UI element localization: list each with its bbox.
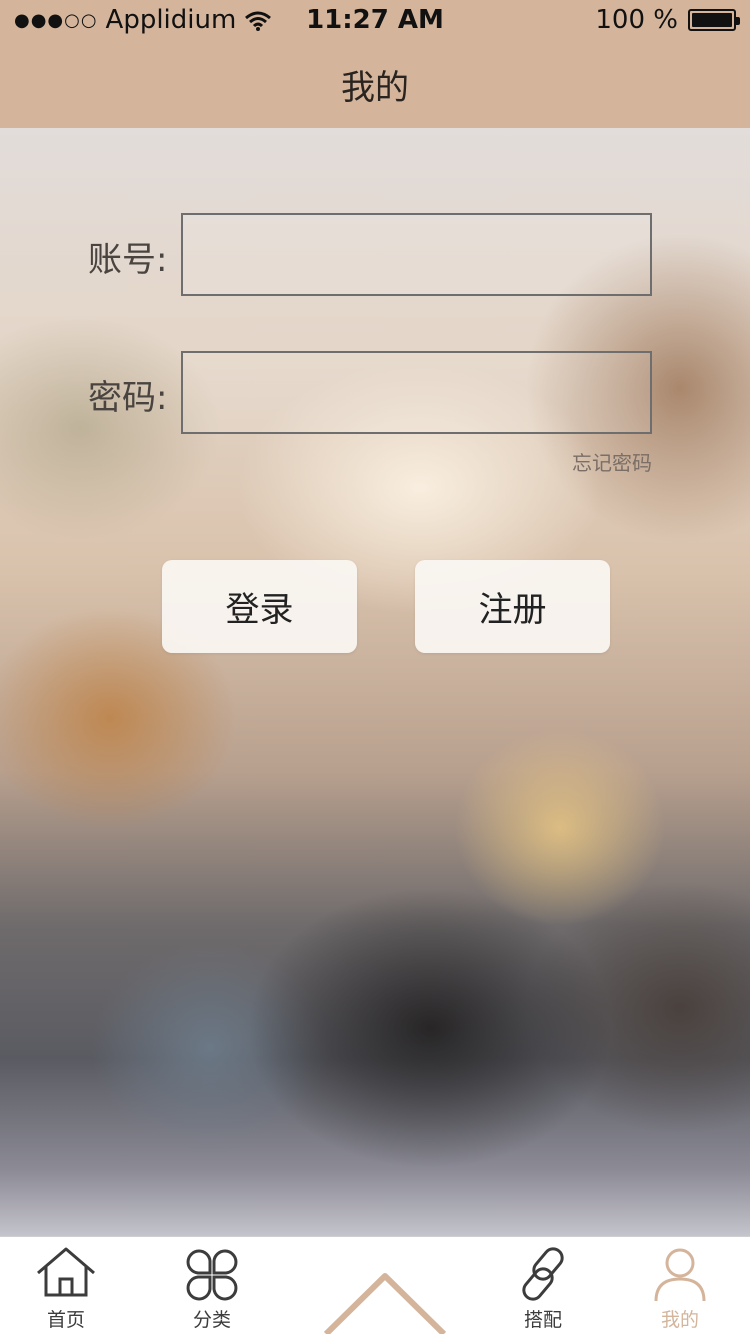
- account-input[interactable]: [181, 213, 652, 296]
- carrier-name: Applidium: [105, 5, 237, 35]
- account-label: 账号:: [88, 240, 168, 280]
- tab-match-label: 搭配: [523, 1309, 562, 1331]
- tab-category[interactable]: 分类: [157, 1245, 267, 1334]
- category-icon: [186, 1249, 238, 1301]
- tab-home[interactable]: 首页: [11, 1245, 121, 1334]
- battery-icon: [688, 9, 740, 31]
- status-time: 11:27 AM: [306, 5, 444, 35]
- wifi-icon: [244, 9, 272, 31]
- chevron-up-icon[interactable]: [320, 1270, 450, 1334]
- tab-mine-label: 我的: [660, 1309, 699, 1331]
- tab-home-label: 首页: [46, 1309, 85, 1331]
- home-icon: [37, 1247, 95, 1297]
- tab-match[interactable]: 搭配: [488, 1245, 598, 1334]
- signal-strength: ●●●○○: [14, 9, 98, 31]
- user-icon: [654, 1248, 706, 1302]
- forgot-password-link[interactable]: 忘记密码: [572, 447, 652, 476]
- tab-category-label: 分类: [192, 1309, 231, 1331]
- battery-percent: 100 %: [595, 5, 678, 35]
- password-input[interactable]: [181, 351, 652, 434]
- page-title: 我的: [341, 67, 409, 108]
- navigation-bar: 我的: [0, 40, 750, 128]
- link-icon: [522, 1247, 564, 1301]
- register-button[interactable]: 注册: [415, 560, 610, 653]
- login-button[interactable]: 登录: [162, 560, 357, 653]
- password-label: 密码:: [88, 378, 168, 418]
- status-bar: ●●●○○ Applidium 11:27 AM 100 %: [0, 0, 750, 40]
- tab-mine[interactable]: 我的: [625, 1245, 735, 1334]
